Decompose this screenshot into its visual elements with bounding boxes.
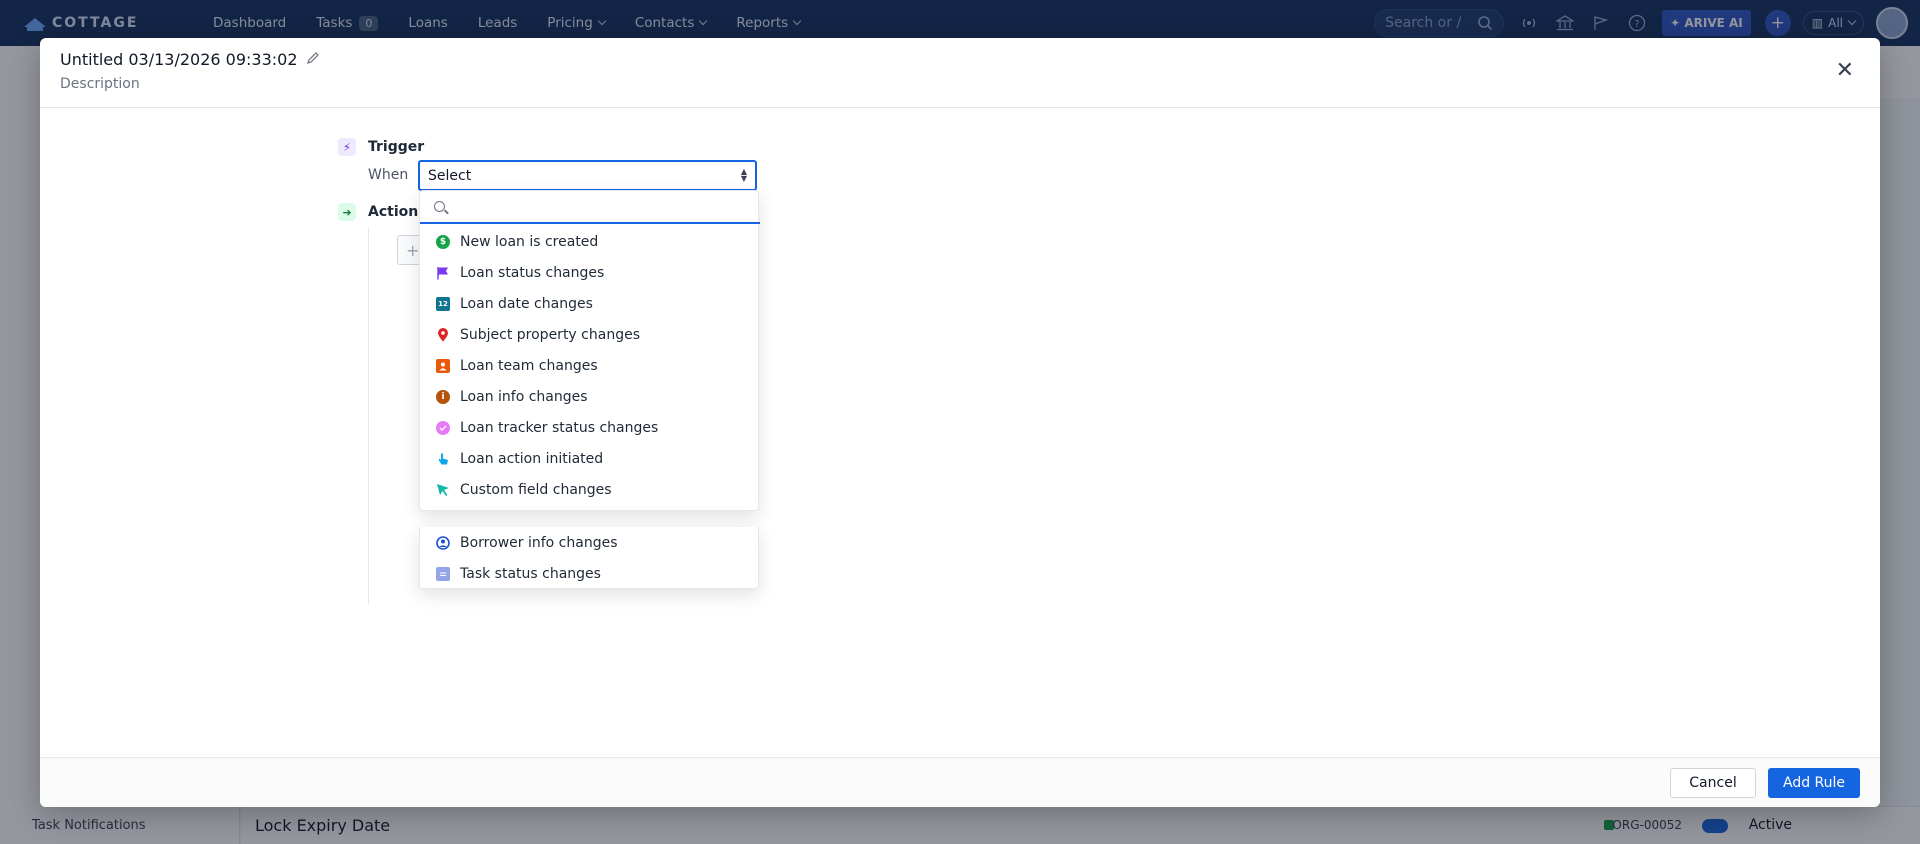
close-icon[interactable]: ✕: [1836, 60, 1854, 82]
map-pin-icon: [436, 327, 450, 342]
user-circle-icon: [436, 535, 450, 550]
option-label: Loan action initiated: [460, 450, 604, 467]
select-arrows-icon: ▲ ▼: [740, 167, 747, 183]
edit-pencil-icon[interactable]: [306, 51, 320, 69]
info-icon: i: [436, 389, 450, 404]
trigger-select[interactable]: Select ▲ ▼: [418, 160, 757, 191]
dropdown-search: [420, 191, 760, 224]
option-label: Loan info changes: [460, 388, 588, 405]
option-loan-action-initiated[interactable]: Loan action initiated: [420, 443, 760, 474]
option-loan-tracker-status-changes[interactable]: Loan tracker status changes: [420, 412, 760, 443]
option-label: Custom field changes: [460, 481, 612, 498]
clipboard-icon: [436, 566, 450, 581]
modal-footer: Cancel Add Rule: [40, 757, 1880, 807]
dropdown-overflow-items: Borrower info changes Task status change…: [419, 527, 759, 589]
hand-pointer-icon: [436, 452, 450, 466]
arrow-right-icon: ➜: [338, 203, 356, 221]
option-loan-team-changes[interactable]: Loan team changes: [420, 350, 760, 381]
modal-body: ⚡ Trigger When Select ▲ ▼ ➜ Actions + $ N…: [40, 108, 1880, 757]
option-loan-status-changes[interactable]: Loan status changes: [420, 257, 760, 288]
actions-label: Actions: [368, 204, 427, 220]
option-subject-property-changes[interactable]: Subject property changes: [420, 319, 760, 350]
when-label: When: [368, 167, 409, 183]
dollar-icon: $: [436, 234, 450, 249]
trigger-options-dropdown: $ New loan is created Loan status change…: [419, 190, 760, 511]
tracker-icon: [436, 420, 450, 435]
rule-title-text: Untitled 03/13/2026 09:33:02: [60, 50, 298, 69]
option-label: Borrower info changes: [460, 534, 618, 551]
add-rule-modal: Untitled 03/13/2026 09:33:02 Description…: [40, 38, 1880, 807]
search-icon: [434, 201, 445, 212]
plus-icon: +: [406, 240, 420, 260]
option-label: Task status changes: [460, 565, 601, 582]
option-loan-date-changes[interactable]: 12 Loan date changes: [420, 288, 760, 319]
option-label: Loan status changes: [460, 264, 605, 281]
option-label: Loan tracker status changes: [460, 419, 659, 436]
flag-icon: [436, 266, 450, 280]
option-label: Loan team changes: [460, 357, 598, 374]
option-label: New loan is created: [460, 233, 599, 250]
actions-connector-line: [368, 228, 369, 604]
lightning-icon: ⚡: [338, 138, 356, 156]
calendar-icon: 12: [436, 296, 450, 311]
option-loan-info-changes[interactable]: i Loan info changes: [420, 381, 760, 412]
option-label: Subject property changes: [460, 326, 640, 343]
dropdown-search-input[interactable]: [455, 198, 745, 215]
trigger-select-value: Select: [428, 167, 472, 184]
add-rule-button[interactable]: Add Rule: [1768, 768, 1860, 798]
option-borrower-info-changes[interactable]: Borrower info changes: [420, 527, 760, 558]
rule-title: Untitled 03/13/2026 09:33:02: [60, 50, 320, 69]
option-label: Loan date changes: [460, 295, 593, 312]
rule-description[interactable]: Description: [60, 76, 140, 92]
option-new-loan-created[interactable]: $ New loan is created: [420, 226, 760, 257]
team-icon: [436, 358, 450, 373]
modal-header: Untitled 03/13/2026 09:33:02 Description…: [40, 38, 1880, 108]
cancel-button[interactable]: Cancel: [1670, 768, 1756, 798]
option-custom-field-changes[interactable]: Custom field changes: [420, 474, 760, 505]
cursor-icon: [436, 483, 450, 497]
trigger-label: Trigger: [368, 139, 425, 155]
option-task-status-changes[interactable]: Task status changes: [420, 558, 760, 589]
